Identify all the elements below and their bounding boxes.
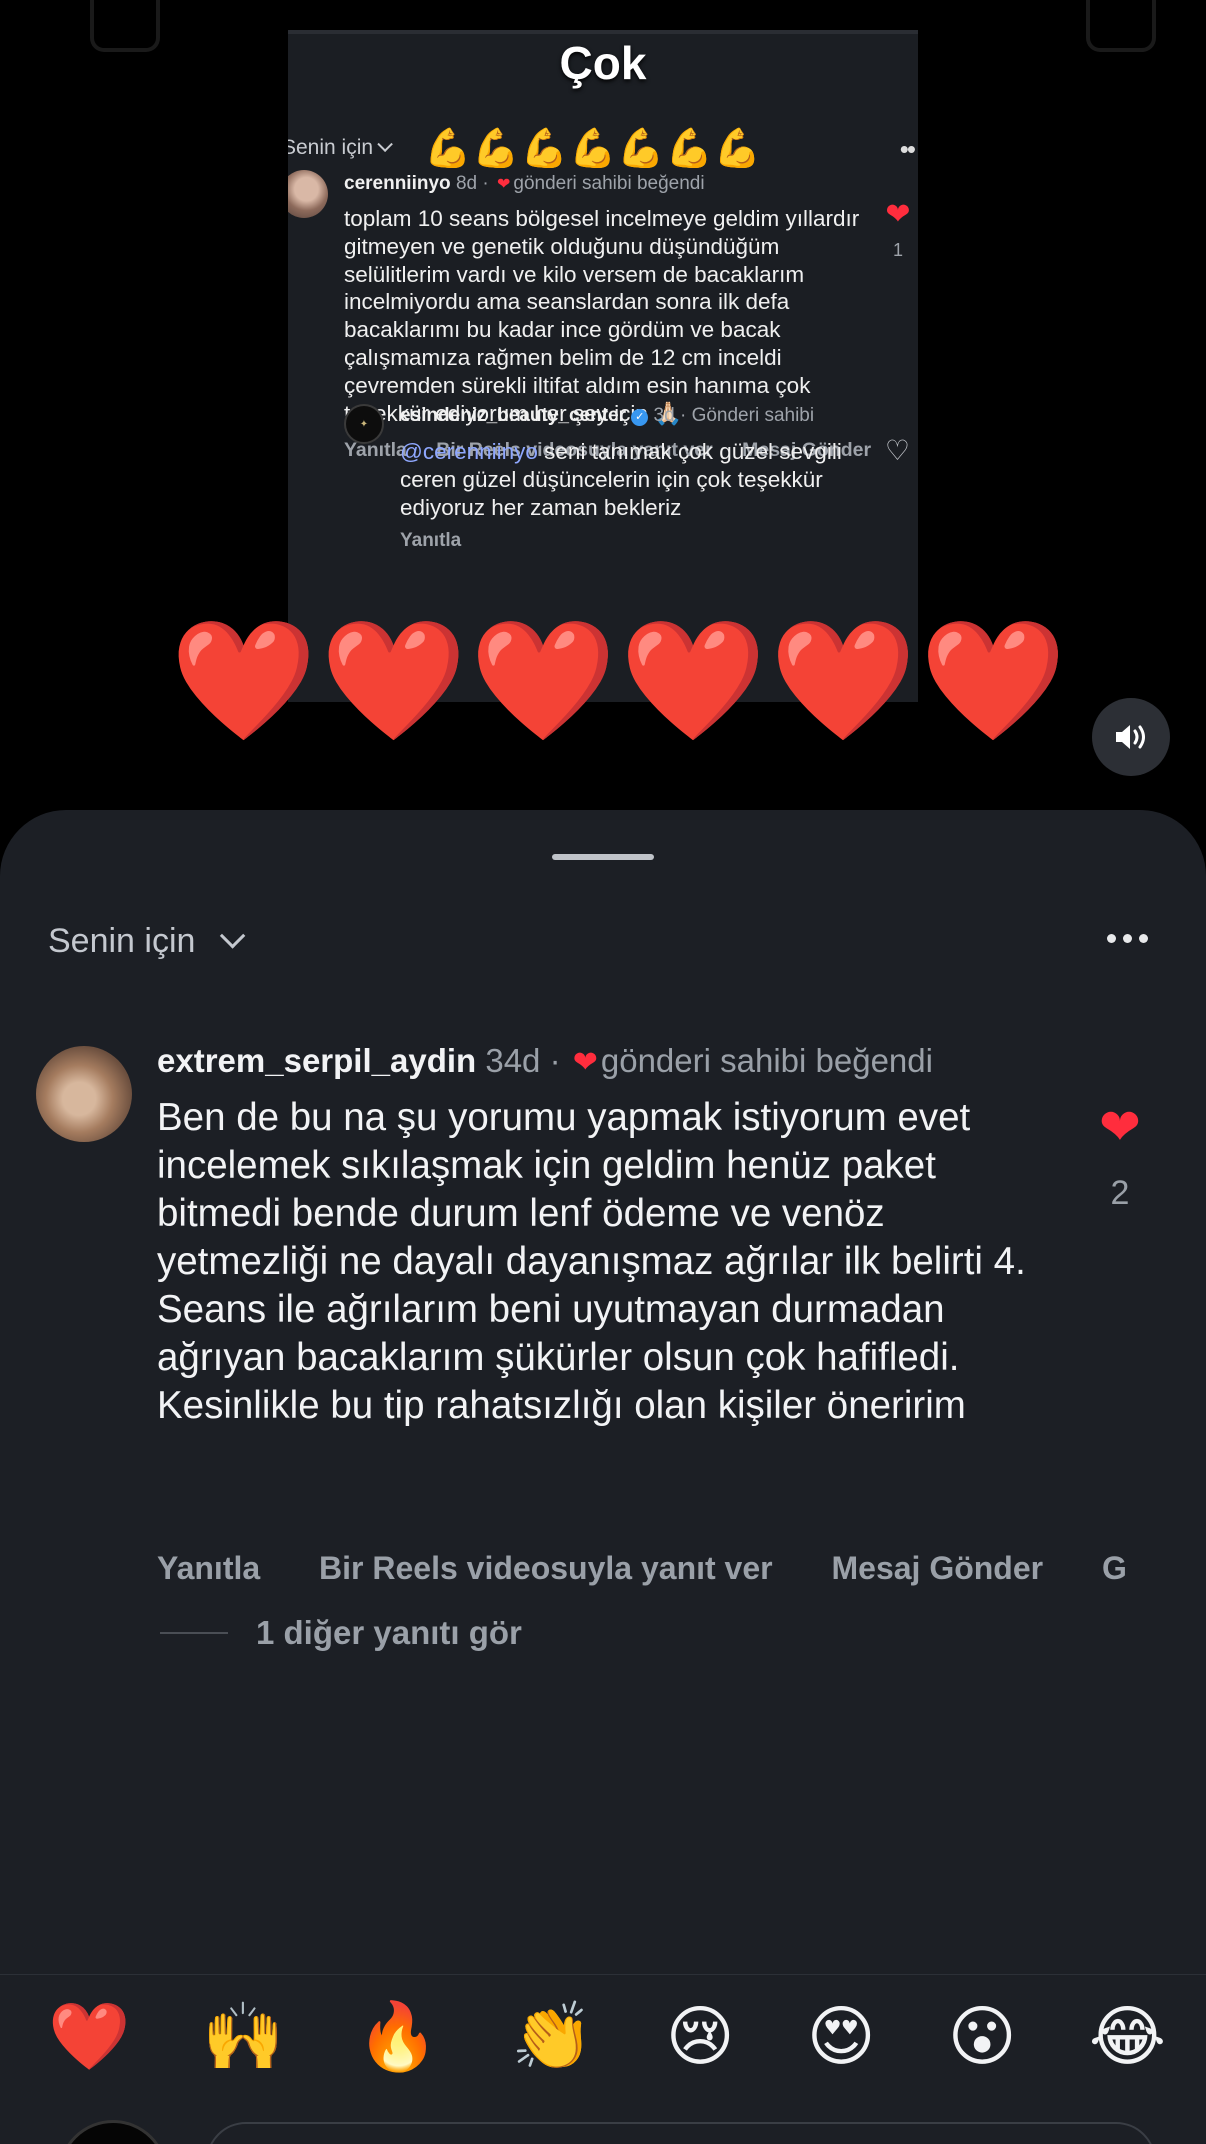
heart-filled-icon[interactable]: ❤: [1090, 1102, 1150, 1152]
heart-sticker: ❤️: [469, 615, 617, 747]
emoji-reaction-bar: ❤️ 🙌 🔥 👏 😢 😍 😮 😂: [48, 2000, 1166, 2073]
emoji-raised-hands-button[interactable]: 🙌: [202, 2000, 284, 2073]
drag-handle[interactable]: [552, 854, 654, 860]
inner-username: cerenniinyo: [344, 173, 451, 194]
camera-icon[interactable]: [1086, 0, 1156, 52]
inner-reply-actions: Yanıtla: [400, 530, 462, 551]
inner-filter-label: Senin için: [288, 136, 374, 159]
inner-filter-dropdown: Senin için: [288, 136, 393, 160]
chevron-down-icon: [377, 136, 393, 153]
emoji-crying-button[interactable]: 😢: [666, 2000, 735, 2073]
overlay-title: Çok: [559, 37, 647, 89]
divider: [0, 1974, 1206, 1975]
emoji-surprised-button[interactable]: 😮: [948, 2000, 1017, 2073]
like-count: 2: [1110, 1174, 1130, 1212]
speaker-icon: [1116, 725, 1145, 749]
comment-actions: Yanıtla Bir Reels videosuyla yanıt ver M…: [157, 1550, 1206, 1587]
view-replies-label: 1 diğer yanıtı gör: [256, 1614, 522, 1651]
heart-filled-icon: ❤: [885, 198, 911, 231]
comments-sheet: Senin için extrem_serpil_aydin 34d · ❤gö…: [0, 810, 1206, 2144]
view-replies-button[interactable]: 1 diğer yanıtı gör: [160, 1614, 522, 1652]
comment-meta: extrem_serpil_aydin 34d · ❤gönderi sahib…: [157, 1040, 937, 1084]
inner-comment-text: toplam 10 seans bölgesel incelmeye geldi…: [344, 206, 860, 426]
inner-reply-meta-text: 3d · Gönderi sahibi: [653, 405, 815, 426]
business-avatar: ✦: [344, 404, 384, 444]
chevron-down-icon: [220, 923, 246, 949]
more-options-icon[interactable]: [1107, 934, 1148, 943]
more-action-button[interactable]: G: [1102, 1550, 1127, 1586]
inner-comment-age: 8d: [455, 173, 478, 194]
heart-sticker: ❤️: [170, 615, 317, 747]
back-icon[interactable]: [90, 0, 160, 52]
comment-filter-dropdown[interactable]: Senin için: [48, 922, 246, 961]
filter-label: Senin için: [48, 922, 196, 960]
reels-reply-button[interactable]: Bir Reels videosuyla yanıt ver: [319, 1550, 773, 1586]
heart-icon: ❤: [496, 176, 511, 193]
more-options-icon: ••: [899, 134, 916, 164]
emoji-fire-button[interactable]: 🔥: [357, 2000, 439, 2073]
inner-reply-text: @cerenniinyo seni tanımak çok güzel sevg…: [400, 438, 870, 522]
comment-text: Ben de bu na şu yorumu yapmak istiyorum …: [157, 1096, 1026, 1427]
mention-link: @cerenniinyo: [400, 439, 538, 464]
avatar: [288, 170, 328, 218]
emoji-laughing-button[interactable]: 😂: [1089, 2000, 1166, 2073]
emoji-heart-eyes-button[interactable]: 😍: [807, 2000, 876, 2073]
inner-like-count: 1: [892, 240, 903, 260]
comment-input[interactable]: [206, 2122, 1156, 2144]
emoji-clap-button[interactable]: 👏: [511, 2000, 593, 2073]
heart-sticker: ❤️: [619, 615, 767, 747]
inner-liked-text: gönderi sahibi beğendi: [513, 173, 705, 194]
flex-emoji-row: 💪💪💪💪💪💪💪: [424, 128, 763, 170]
heart-icon: ❤: [572, 1046, 598, 1079]
inner-reply-username: esindeniz_beauty_center: [400, 405, 626, 426]
inner-reply-meta: esindeniz_beauty_center ✓ 3d · Gönderi s…: [400, 404, 870, 428]
comment-like-button[interactable]: ❤ 2: [1090, 1102, 1150, 1213]
comment-age: 34d: [485, 1042, 541, 1079]
heart-sticker: ❤️: [769, 615, 917, 747]
comment-username[interactable]: extrem_serpil_aydin: [157, 1042, 476, 1079]
reply-button[interactable]: Yanıtla: [157, 1550, 260, 1586]
liked-by-creator-text: gönderi sahibi beğendi: [600, 1042, 933, 1079]
avatar[interactable]: [36, 1046, 132, 1142]
embedded-comment-screenshot: Senin için 💪💪💪💪💪💪💪 •• cerenniinyo 8d · ❤…: [288, 30, 918, 702]
inner-topbar: Senin için 💪💪💪💪💪💪💪 ••: [288, 98, 918, 168]
sound-toggle-button[interactable]: [1092, 698, 1170, 776]
hearts-sticker-row: ❤️ ❤️ ❤️ ❤️ ❤️ ❤️: [170, 615, 1067, 747]
send-message-button[interactable]: Mesaj Gönder: [831, 1550, 1043, 1586]
inner-like-column: ❤ 1: [878, 200, 918, 261]
emoji-heart-button[interactable]: ❤️: [48, 2000, 130, 2073]
heart-outline-icon: ♡: [884, 435, 910, 466]
inner-comment-meta: cerenniinyo 8d · ❤ gönderi sahibi beğendi: [344, 170, 884, 199]
divider: [160, 1632, 228, 1634]
reel-video[interactable]: Senin için 💪💪💪💪💪💪💪 •• cerenniinyo 8d · ❤…: [0, 0, 1206, 820]
verified-badge-icon: ✓: [631, 409, 649, 426]
heart-sticker: ❤️: [319, 615, 467, 747]
inner-reply-action: Yanıtla: [344, 439, 407, 462]
heart-sticker: ❤️: [919, 615, 1067, 747]
current-user-avatar: [58, 2120, 168, 2144]
